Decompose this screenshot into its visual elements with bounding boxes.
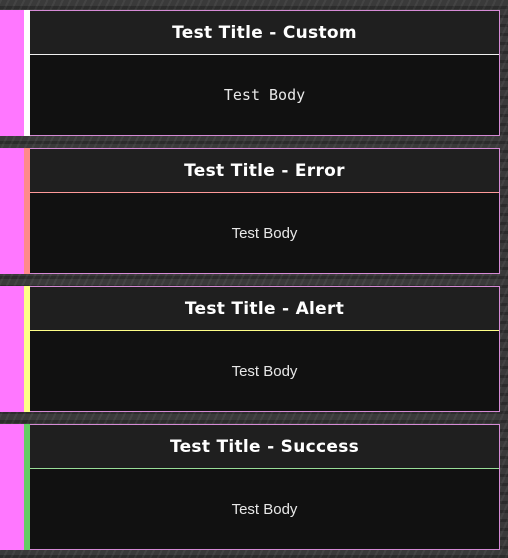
notification-card: Test Title - Error Test Body bbox=[30, 148, 500, 274]
notification-body-text: Test Body bbox=[223, 86, 306, 104]
notification-title: Test Title - Custom bbox=[172, 22, 357, 43]
notification-card: Test Title - Alert Test Body bbox=[30, 286, 500, 412]
notification-body: Test Body bbox=[30, 331, 499, 411]
notification-success[interactable]: Test Title - Success Test Body bbox=[0, 424, 500, 550]
notification-side-strip bbox=[0, 148, 24, 274]
notification-title: Test Title - Success bbox=[169, 436, 360, 457]
notification-error[interactable]: Test Title - Error Test Body bbox=[0, 148, 500, 274]
notification-stack: Test Title - Custom Test Body Test Title… bbox=[0, 0, 508, 558]
notification-card: Test Title - Custom Test Body bbox=[30, 10, 500, 136]
notification-body-text: Test Body bbox=[231, 224, 298, 242]
notification-header: Test Title - Success bbox=[30, 425, 499, 469]
notification-title: Test Title - Error bbox=[184, 160, 345, 181]
notification-header: Test Title - Custom bbox=[30, 11, 499, 55]
notification-body: Test Body bbox=[30, 55, 499, 135]
notification-custom[interactable]: Test Title - Custom Test Body bbox=[0, 10, 500, 136]
notification-side-strip bbox=[0, 10, 24, 136]
notification-card: Test Title - Success Test Body bbox=[30, 424, 500, 550]
notification-header: Test Title - Error bbox=[30, 149, 499, 193]
notification-alert[interactable]: Test Title - Alert Test Body bbox=[0, 286, 500, 412]
notification-body-text: Test Body bbox=[231, 362, 298, 380]
notification-header: Test Title - Alert bbox=[30, 287, 499, 331]
notification-body-text: Test Body bbox=[231, 500, 298, 518]
notification-side-strip bbox=[0, 286, 24, 412]
notification-title: Test Title - Alert bbox=[184, 298, 345, 319]
notification-body: Test Body bbox=[30, 469, 499, 549]
notification-side-strip bbox=[0, 424, 24, 550]
notification-body: Test Body bbox=[30, 193, 499, 273]
